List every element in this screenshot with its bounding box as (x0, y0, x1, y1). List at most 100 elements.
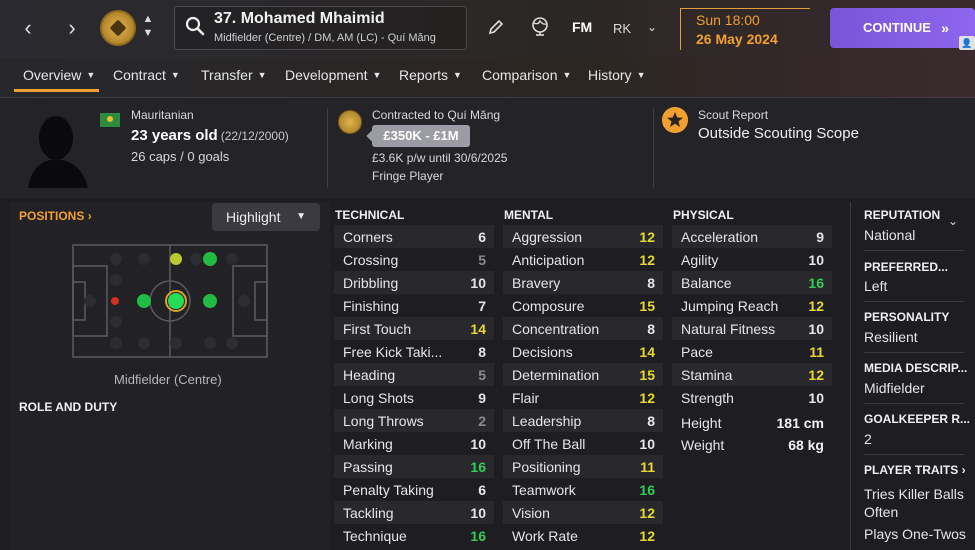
attribute-row[interactable]: Determination 15 (503, 363, 663, 386)
attribute-name: Crossing (343, 252, 399, 268)
attribute-value: 10 (470, 275, 486, 291)
tab-comparison[interactable]: Comparison ▼ (482, 67, 571, 83)
chevron-down-icon[interactable]: ⌄ (647, 20, 657, 34)
preferred-foot-title: PREFERRED... (864, 260, 949, 274)
attribute-row[interactable]: Agility 10 (672, 248, 832, 271)
user-icon[interactable]: 👤 (959, 36, 975, 50)
active-tab-indicator (14, 89, 99, 92)
attribute-value: 12 (639, 528, 655, 544)
attribute-row[interactable]: Corners 6 (334, 225, 494, 248)
club-badge-icon[interactable] (338, 110, 362, 134)
attribute-row[interactable]: Free Kick Taki... 8 (334, 340, 494, 363)
attribute-row[interactable]: Technique 16 (334, 524, 494, 547)
attribute-name: Jumping Reach (681, 298, 779, 314)
attribute-row[interactable]: Heading 5 (334, 363, 494, 386)
tab-history[interactable]: History ▼ (588, 67, 645, 83)
attribute-row[interactable]: Aggression 12 (503, 225, 663, 248)
tab-reports[interactable]: Reports ▼ (399, 67, 462, 83)
attribute-value: 15 (639, 367, 655, 383)
attribute-row[interactable]: Bravery 8 (503, 271, 663, 294)
attribute-name: Natural Fitness (681, 321, 776, 337)
tab-contract[interactable]: Contract ▼ (113, 67, 180, 83)
contract-club[interactable]: Contracted to Quí Măng (372, 108, 500, 122)
player-up-down-icon[interactable]: ▲ ▼ (141, 12, 155, 40)
attribute-row[interactable]: Anticipation 12 (503, 248, 663, 271)
attribute-row[interactable]: Work Rate 12 (503, 524, 663, 547)
trait-item-continued: Often (864, 504, 899, 520)
goalkeeper-rating-title: GOALKEEPER R... (864, 412, 971, 426)
attribute-row[interactable]: Crossing 5 (334, 248, 494, 271)
back-button[interactable]: ‹ (14, 14, 42, 42)
attribute-row[interactable]: Leadership 8 (503, 409, 663, 432)
attribute-row[interactable]: First Touch 14 (334, 317, 494, 340)
continue-button[interactable]: CONTINUE » (830, 8, 975, 48)
attribute-row[interactable]: Strength 10 (672, 386, 832, 409)
pitch-diagram[interactable] (72, 244, 268, 358)
attribute-value: 10 (808, 390, 824, 406)
pencil-icon[interactable] (487, 18, 505, 36)
attribute-row[interactable]: Vision 12 (503, 501, 663, 524)
value-badge: £350K - £1M (372, 125, 470, 147)
attribute-row[interactable]: Long Throws 2 (334, 409, 494, 432)
attribute-name: Corners (343, 229, 393, 245)
forward-button[interactable]: › (58, 14, 86, 42)
attribute-row[interactable]: Passing 16 (334, 455, 494, 478)
nationality[interactable]: Mauritanian (131, 108, 194, 122)
rk-button[interactable]: RK (613, 21, 631, 36)
reputation-title[interactable]: REPUTATION (864, 208, 940, 222)
attribute-row[interactable]: Tackling 10 (334, 501, 494, 524)
attribute-value: 6 (478, 229, 486, 245)
attribute-value: 16 (470, 528, 486, 544)
attribute-row[interactable]: Marking 10 (334, 432, 494, 455)
attribute-row[interactable]: Composure 15 (503, 294, 663, 317)
attribute-row[interactable]: Long Shots 9 (334, 386, 494, 409)
measure-name: Weight (681, 437, 725, 453)
positions-link[interactable]: POSITIONS › (19, 209, 92, 223)
divider (864, 352, 964, 353)
attribute-row[interactable]: Teamwork 16 (503, 478, 663, 501)
tab-transfer[interactable]: Transfer ▼ (201, 67, 267, 83)
attribute-row[interactable]: Natural Fitness 10 (672, 317, 832, 340)
attribute-row[interactable]: Decisions 14 (503, 340, 663, 363)
attribute-value: 11 (809, 344, 824, 360)
attribute-value: 16 (808, 275, 824, 291)
player-traits-link[interactable]: PLAYER TRAITS › (864, 463, 966, 477)
attribute-row[interactable]: Dribbling 10 (334, 271, 494, 294)
attribute-row[interactable]: Positioning 11 (503, 455, 663, 478)
tab-development[interactable]: Development ▼ (285, 67, 381, 83)
attribute-value: 12 (639, 505, 655, 521)
divider (864, 403, 964, 404)
scout-report-value[interactable]: Outside Scouting Scope (698, 125, 859, 142)
attribute-value: 12 (808, 367, 824, 383)
mental-heading: MENTAL (504, 208, 554, 222)
highlight-dropdown[interactable]: Highlight ▼ (212, 203, 320, 231)
globe-icon[interactable] (530, 16, 550, 36)
attribute-row[interactable]: Acceleration 9 (672, 225, 832, 248)
measure-value: 68 kg (788, 437, 824, 453)
attribute-name: Decisions (512, 344, 573, 360)
attribute-row[interactable]: Flair 12 (503, 386, 663, 409)
attribute-value: 10 (808, 252, 824, 268)
attribute-row[interactable]: Pace 11 (672, 340, 832, 363)
attribute-row[interactable]: Off The Ball 10 (503, 432, 663, 455)
divider (864, 301, 964, 302)
attribute-name: Marking (343, 436, 393, 452)
chevron-down-icon[interactable]: ⌄ (948, 214, 958, 228)
attribute-value: 16 (470, 459, 486, 475)
attribute-row[interactable]: Finishing 7 (334, 294, 494, 317)
physical-measure-row: Weight 68 kg (672, 433, 832, 456)
club-badge-icon[interactable] (100, 10, 136, 46)
attribute-row[interactable]: Concentration 8 (503, 317, 663, 340)
attribute-row[interactable]: Stamina 12 (672, 363, 832, 386)
attribute-row[interactable]: Penalty Taking 6 (334, 478, 494, 501)
chevron-down-icon: ▼ (636, 70, 646, 80)
search-icon[interactable] (185, 16, 205, 36)
physical-heading: PHYSICAL (673, 208, 734, 222)
divider (864, 250, 964, 251)
player-title: 37. Mohamed Mhaimid (214, 10, 385, 27)
attribute-row[interactable]: Jumping Reach 12 (672, 294, 832, 317)
fm-button[interactable]: FM (572, 19, 592, 35)
tab-overview[interactable]: Overview ▼ (23, 67, 95, 83)
personality-value: Resilient (864, 329, 918, 345)
attribute-row[interactable]: Balance 16 (672, 271, 832, 294)
